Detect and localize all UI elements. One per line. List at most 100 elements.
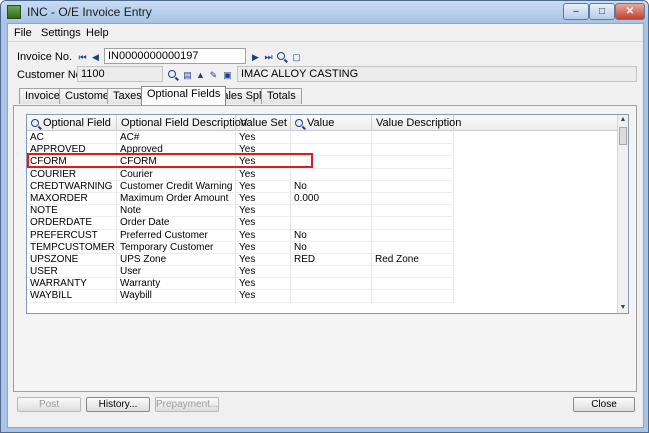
table-row[interactable]: USER User Yes [27, 266, 618, 279]
cell-value-set[interactable]: Yes [236, 180, 291, 193]
cell-description[interactable]: User [117, 266, 236, 279]
post-button[interactable]: Post [17, 397, 81, 412]
cell-value-description[interactable] [372, 290, 454, 303]
table-row[interactable]: WAYBILL Waybill Yes [27, 290, 618, 303]
cell-value-description[interactable] [372, 217, 454, 230]
cell-value[interactable] [291, 205, 372, 218]
column-header-description[interactable]: Optional Field Description [117, 115, 247, 131]
cell-value[interactable] [291, 290, 372, 303]
table-row[interactable]: ORDERDATE Order Date Yes [27, 217, 618, 230]
cell-value-set[interactable]: Yes [236, 266, 291, 279]
history-button[interactable]: History... [86, 397, 150, 412]
table-row[interactable]: UPSZONE UPS Zone Yes RED Red Zone [27, 253, 618, 267]
window-close-button[interactable]: ✕ [615, 3, 645, 20]
cell-value-description[interactable] [372, 132, 454, 145]
cell-optional-field[interactable]: TEMPCUSTOMER [27, 241, 117, 254]
cell-value[interactable]: RED [291, 253, 372, 267]
cell-value[interactable] [291, 168, 372, 181]
close-button[interactable]: Close [573, 397, 635, 412]
cell-value-set[interactable]: Yes [236, 217, 291, 230]
title-bar[interactable]: INC - O/E Invoice Entry – □ ✕ [1, 1, 648, 23]
cell-value[interactable] [291, 266, 372, 279]
cell-value-description[interactable] [372, 229, 454, 242]
tab-optional-fields[interactable]: Optional Fields [141, 86, 227, 105]
column-header-value-set[interactable]: Value Set [236, 115, 291, 131]
table-row[interactable]: TEMPCUSTOMER Temporary Customer Yes No [27, 241, 618, 254]
menu-help[interactable]: Help [86, 27, 109, 39]
scroll-down-icon[interactable]: ▼ [618, 303, 628, 313]
cell-value-set[interactable]: Yes [236, 132, 291, 145]
cell-description[interactable]: Preferred Customer [117, 229, 236, 242]
cell-value[interactable]: 0.000 [291, 192, 372, 206]
cell-optional-field[interactable]: USER [27, 266, 117, 279]
cell-value-set[interactable]: Yes [236, 205, 291, 218]
column-header-value[interactable]: Value [291, 115, 372, 131]
table-row[interactable]: COURIER Courier Yes [27, 168, 618, 181]
cell-optional-field[interactable]: WARRANTY [27, 278, 117, 291]
table-row[interactable]: MAXORDER Maximum Order Amount Yes 0.000 [27, 192, 618, 206]
cell-value-description[interactable]: Red Zone [372, 253, 454, 267]
zoom-up-icon[interactable]: ▲ [195, 69, 206, 81]
cell-optional-field[interactable]: ORDERDATE [27, 217, 117, 230]
cell-value-description[interactable] [372, 156, 454, 169]
cell-value[interactable] [291, 132, 372, 145]
customer-document-icon[interactable]: ▤ [182, 69, 193, 81]
cell-description[interactable]: Courier [117, 168, 236, 181]
prepayment-button[interactable]: Prepayment... [155, 397, 219, 412]
cell-optional-field[interactable]: AC [27, 132, 117, 145]
cell-value-description[interactable] [372, 241, 454, 254]
cell-optional-field[interactable]: CREDTWARNING [27, 180, 117, 193]
cell-description[interactable]: Maximum Order Amount [117, 192, 236, 206]
cell-value-description[interactable] [372, 278, 454, 291]
cell-value-set[interactable]: Yes [236, 168, 291, 181]
cell-description[interactable]: UPS Zone [117, 253, 236, 267]
cell-value-description[interactable] [372, 192, 454, 206]
first-record-icon[interactable]: ⏮ [77, 51, 88, 63]
cell-value-set[interactable]: Yes [236, 278, 291, 291]
cell-value-set[interactable]: Yes [236, 192, 291, 206]
customer-info-icon[interactable]: ▣ [222, 69, 233, 81]
tab-totals[interactable]: Totals [261, 88, 302, 104]
cell-value[interactable]: No [291, 241, 372, 254]
last-record-icon[interactable]: ⏭ [263, 51, 274, 63]
cell-optional-field[interactable]: PREFERCUST [27, 229, 117, 242]
table-row[interactable]: WARRANTY Warranty Yes [27, 278, 618, 291]
menu-file[interactable]: File [14, 27, 32, 39]
minimize-button[interactable]: – [563, 3, 589, 20]
cell-description[interactable]: Waybill [117, 290, 236, 303]
table-row[interactable]: CREDTWARNING Customer Credit Warning Yes No [27, 180, 618, 193]
invoice-finder-icon[interactable] [277, 50, 288, 62]
customer-finder-icon[interactable] [168, 68, 179, 80]
cell-value-description[interactable] [372, 205, 454, 218]
new-document-icon[interactable]: ▢ [291, 51, 302, 63]
cell-value-set[interactable]: Yes [236, 253, 291, 267]
value-search-icon[interactable] [295, 119, 303, 127]
cell-description[interactable]: Temporary Customer [117, 241, 236, 254]
menu-settings[interactable]: Settings [41, 27, 81, 39]
table-row[interactable]: AC AC# Yes [27, 132, 618, 145]
cell-optional-field[interactable]: COURIER [27, 168, 117, 181]
cell-value[interactable]: No [291, 180, 372, 193]
scroll-up-icon[interactable]: ▲ [618, 115, 628, 125]
field-search-icon[interactable] [31, 119, 39, 127]
cell-value[interactable] [291, 217, 372, 230]
cell-description[interactable]: Note [117, 205, 236, 218]
maximize-button[interactable]: □ [589, 3, 615, 20]
column-header-value-description[interactable]: Value Description [372, 115, 461, 131]
vertical-scrollbar[interactable]: ▲ ▼ [617, 115, 628, 313]
cell-value-description[interactable] [372, 168, 454, 181]
cell-optional-field[interactable]: NOTE [27, 205, 117, 218]
edit-customer-icon[interactable]: ✎ [208, 69, 219, 81]
table-row[interactable]: PREFERCUST Preferred Customer Yes No [27, 229, 618, 242]
cell-description[interactable]: AC# [117, 132, 236, 145]
cell-value[interactable] [291, 278, 372, 291]
cell-value[interactable]: No [291, 229, 372, 242]
cell-value-set[interactable]: Yes [236, 229, 291, 242]
cell-optional-field[interactable]: MAXORDER [27, 192, 117, 206]
scroll-thumb[interactable] [619, 127, 627, 145]
previous-record-icon[interactable]: ◀ [90, 51, 101, 63]
invoice-number-field[interactable]: IN0000000000197 [104, 48, 246, 64]
cell-value-set[interactable]: Yes [236, 290, 291, 303]
cell-value-set[interactable]: Yes [236, 241, 291, 254]
cell-description[interactable]: Warranty [117, 278, 236, 291]
